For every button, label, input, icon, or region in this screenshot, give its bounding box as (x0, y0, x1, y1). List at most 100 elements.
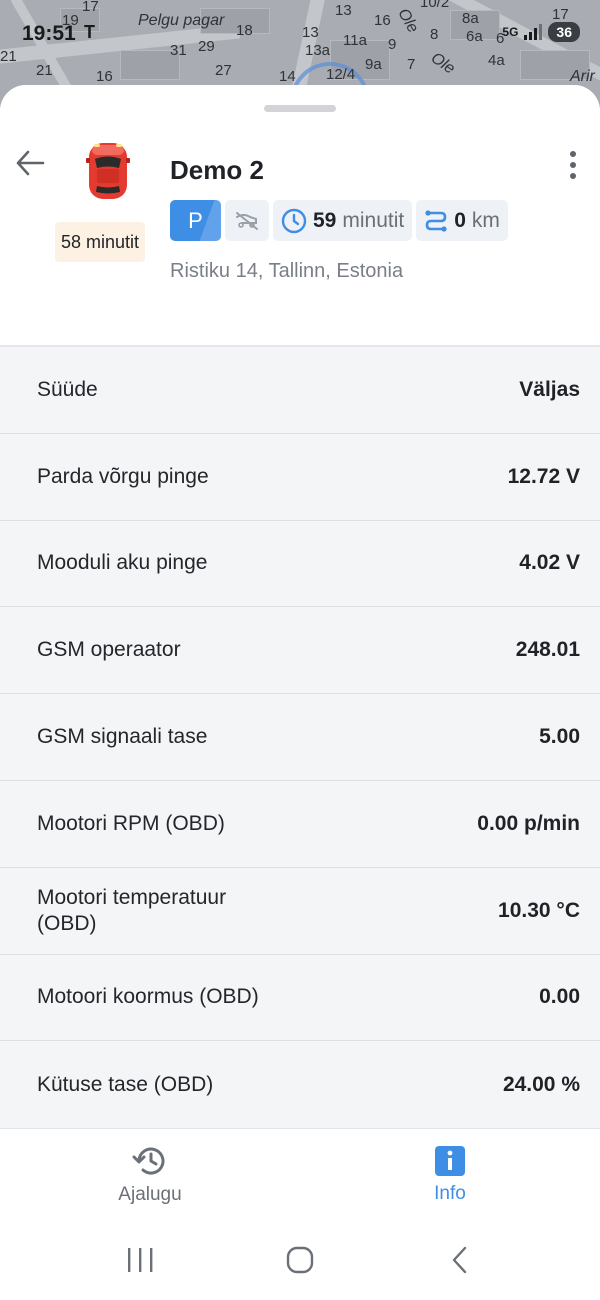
info-label: Mooduli aku pinge (37, 551, 208, 575)
map-house-number: 31 (170, 42, 187, 59)
status-bar-time: 19:51 (22, 22, 76, 45)
map-house-number: 14 (279, 68, 296, 85)
map-house-number: 16 (96, 68, 113, 85)
info-value: 10.30 °C (498, 898, 580, 922)
distance-chip: 0 km (416, 200, 508, 241)
bottom-navigation: Ajalugu Info (0, 1128, 600, 1220)
battery-indicator: 36 (548, 22, 580, 42)
ignition-status-chip (225, 200, 269, 241)
info-label: Mootori temperatuur (OBD) (37, 885, 227, 935)
map-house-number: 21 (0, 48, 17, 65)
system-navigation-bar (0, 1220, 600, 1300)
distance-unit: km (471, 208, 500, 232)
info-label: GSM signaali tase (37, 725, 208, 749)
map-house-number: 8a (462, 10, 479, 27)
volte-icon: 5G (502, 25, 519, 39)
duration-value: 59 (313, 208, 337, 232)
distance-value: 0 (454, 208, 466, 232)
more-options-button[interactable] (558, 145, 588, 185)
vehicle-info-list: Süüde Väljas Parda võrgu pinge 12.72 V M… (0, 345, 600, 1129)
parking-icon: P (188, 207, 203, 233)
nav-label-info: Info (434, 1182, 466, 1204)
map-house-number: 9 (388, 36, 397, 53)
status-bar-icons: 5G 36 (502, 22, 580, 42)
vehicle-header: 58 minutit Demo 2 P 59 minutit 0 km Rist… (0, 85, 600, 345)
nav-item-info[interactable]: Info (300, 1129, 600, 1220)
home-button[interactable] (270, 1235, 330, 1285)
chevron-left-icon (452, 1246, 467, 1274)
signal-icon (524, 24, 543, 40)
parked-since-badge: 58 minutit (55, 222, 146, 262)
map-house-number: 8 (430, 26, 439, 43)
map-house-number: 13 (302, 24, 319, 41)
map-house-number: 13a (305, 42, 331, 59)
map-house-number: 17 (82, 0, 99, 15)
info-label: Motoori koormus (OBD) (37, 985, 259, 1009)
info-row-fuel-level: Kütuse tase (OBD) 24.00 % (0, 1041, 600, 1128)
map-street-label: Arir (570, 68, 595, 85)
clock-icon (281, 208, 307, 233)
info-row-engine-rpm: Mootori RPM (OBD) 0.00 p/min (0, 781, 600, 868)
vehicle-address: Ristiku 14, Tallinn, Estonia (170, 260, 404, 282)
map-street-label: Ole (427, 49, 458, 78)
info-value: 0.00 (539, 985, 580, 1009)
history-icon (132, 1147, 165, 1175)
parked-status-chip: P (170, 200, 221, 241)
map-house-number: 13 (335, 2, 352, 19)
map-street-label: Ole (394, 5, 422, 36)
sheet-drag-handle[interactable] (264, 105, 336, 112)
info-row-module-battery: Mooduli aku pinge 4.02 V (0, 521, 600, 608)
map-house-number: 7 (407, 56, 416, 73)
info-row-gsm-signal: GSM signaali tase 5.00 (0, 694, 600, 781)
info-row-engine-load: Motoori koormus (OBD) 0.00 (0, 955, 600, 1042)
info-row-board-voltage: Parda võrgu pinge 12.72 V (0, 434, 600, 521)
tesla-notification-icon: T (84, 22, 95, 42)
map-house-number: 4a (488, 52, 505, 69)
map-house-number: 6a (466, 28, 483, 45)
info-value: 0.00 p/min (477, 811, 580, 835)
vehicle-status-chips: P 59 minutit 0 km (170, 200, 508, 241)
arrow-left-icon (16, 150, 45, 176)
info-value: 12.72 V (507, 464, 580, 488)
info-row-engine-temperature: Mootori temperatuur (OBD) 10.30 °C (0, 868, 600, 955)
info-label: Kütuse tase (OBD) (37, 1072, 214, 1096)
home-icon (286, 1246, 314, 1274)
map-house-number: 10/2 (420, 0, 450, 11)
more-vertical-icon (570, 151, 576, 179)
duration-chip: 59 minutit (273, 200, 413, 241)
route-icon (425, 209, 447, 232)
car-icon (86, 143, 130, 199)
info-value: 4.02 V (519, 551, 580, 575)
info-label: Süüde (37, 377, 98, 401)
info-value: Väljas (519, 377, 580, 401)
info-value: 248.01 (515, 638, 580, 662)
system-back-button[interactable] (430, 1235, 490, 1285)
map-house-number: 18 (236, 22, 253, 39)
info-value: 5.00 (539, 725, 580, 749)
info-label: GSM operaator (37, 638, 181, 662)
recent-apps-icon (128, 1248, 153, 1272)
map-house-number: 21 (36, 62, 53, 79)
info-icon (435, 1145, 465, 1176)
info-label: Parda võrgu pinge (37, 464, 209, 488)
info-value: 24.00 % (502, 1072, 580, 1096)
map-house-number: 9a (365, 56, 382, 73)
map-street-label: Pelgu pagar (138, 12, 225, 29)
map-house-number: 12/4 (326, 66, 356, 83)
map-house-number: 27 (215, 62, 232, 79)
vehicle-name: Demo 2 (170, 155, 264, 185)
nav-label-history: Ajalugu (118, 1183, 182, 1205)
info-label: Mootori RPM (OBD) (37, 811, 225, 835)
nav-item-history[interactable]: Ajalugu (0, 1129, 300, 1220)
map-house-number: 11a (343, 32, 367, 49)
info-row-gsm-operator: GSM operaator 248.01 (0, 607, 600, 695)
recent-apps-button[interactable] (110, 1235, 170, 1285)
map-house-number: 17 (552, 6, 569, 23)
map-house-number: 29 (198, 38, 215, 55)
map-house-number: 16 (374, 12, 391, 29)
vehicle-details-sheet: 58 minutit Demo 2 P 59 minutit 0 km Rist… (0, 85, 600, 1300)
duration-unit: minutit (342, 208, 405, 232)
info-row-ignition: Süüde Väljas (0, 347, 600, 434)
ignition-off-icon (236, 211, 258, 230)
back-button[interactable] (10, 143, 50, 183)
